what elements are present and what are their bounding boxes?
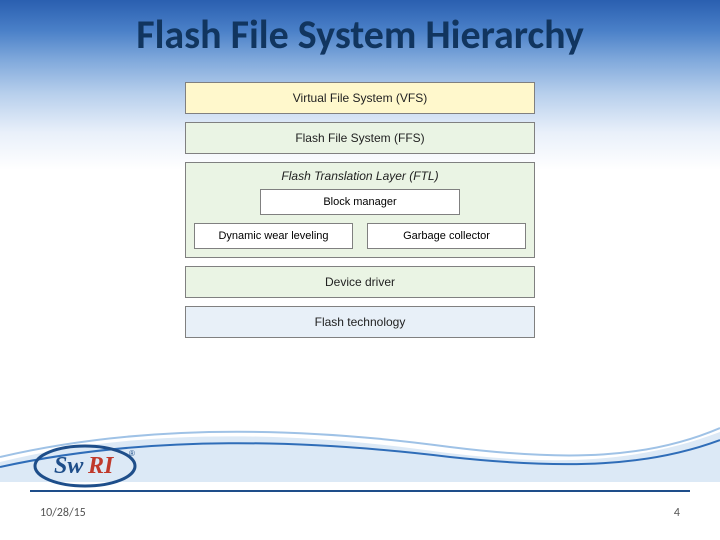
ftl-row-bottom: Dynamic wear leveling Garbage collector (194, 223, 526, 249)
slide-title: Flash File System Hierarchy (0, 10, 720, 59)
box-ffs: Flash File System (FFS) (185, 122, 535, 154)
svg-text:RI: RI (87, 453, 115, 479)
footer-date: 10/28/15 (40, 506, 86, 520)
ftl-title: Flash Translation Layer (FTL) (194, 169, 526, 183)
ftl-row-top: Block manager (194, 189, 526, 215)
hierarchy-diagram: Virtual File System (VFS) Flash File Sys… (185, 82, 535, 338)
box-block-manager: Block manager (260, 189, 459, 215)
box-garbage-collector: Garbage collector (367, 223, 526, 249)
footer-divider (30, 490, 690, 492)
svg-text:Sw: Sw (54, 453, 84, 479)
box-flash-technology: Flash technology (185, 306, 535, 338)
box-vfs: Virtual File System (VFS) (185, 82, 535, 114)
box-device-driver: Device driver (185, 266, 535, 298)
logo-sw: Sw (54, 453, 84, 479)
footer-page-number: 4 (674, 506, 680, 520)
box-ftl: Flash Translation Layer (FTL) Block mana… (185, 162, 535, 258)
logo-ri: RI (87, 453, 115, 479)
box-dynamic-wear: Dynamic wear leveling (194, 223, 353, 249)
slide: Flash File System Hierarchy Virtual File… (0, 0, 720, 540)
swri-logo: Sw RI ® (30, 442, 140, 490)
svg-text:®: ® (129, 449, 135, 458)
